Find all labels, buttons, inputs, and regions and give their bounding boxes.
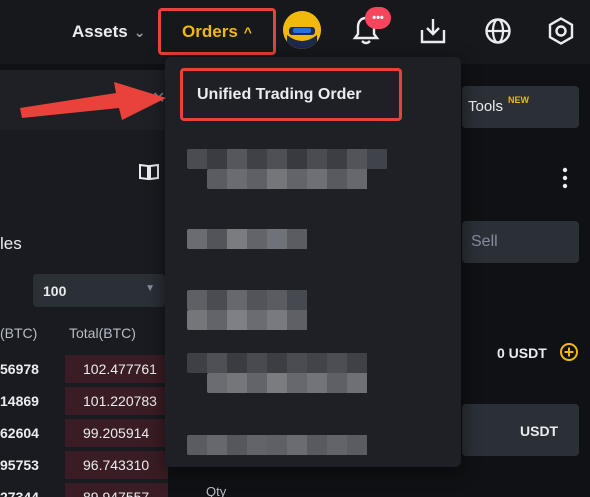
menu-item-blurred[interactable] [207,373,373,393]
chevron-up-icon: ^ [243,23,252,40]
globe-icon[interactable] [483,16,513,46]
notification-badge[interactable]: ••• [365,7,391,29]
nav-orders[interactable]: Orders ^ [158,8,276,55]
row-total: 96.743310 [83,457,150,473]
unified-trading-order-label: Unified Trading Order [197,85,362,103]
more-options-icon[interactable] [560,166,570,190]
qty-label: Qty [206,484,227,497]
nav-orders-label: Orders [182,21,238,41]
menu-item-blurred[interactable] [187,310,311,330]
tools-label: Tools [468,98,504,115]
add-funds-icon[interactable] [559,342,579,362]
caret-down-icon: ▼ [145,283,155,294]
depth-select[interactable]: 100 ▼ [33,274,165,307]
nav-assets[interactable]: Assets ⌄ [72,22,146,42]
avatar-icon [283,11,321,49]
menu-item-blurred[interactable] [207,169,373,189]
new-badge: NEW [508,95,529,105]
menu-item-unified-trading-order[interactable]: Unified Trading Order [180,68,402,121]
menu-item-blurred[interactable] [187,290,311,310]
row-total: 89.947557 [83,489,150,497]
row-total: 99.205914 [83,425,150,441]
table-row[interactable]: 56978 102.477761 [0,355,168,383]
nav-assets-label: Assets [72,22,128,41]
menu-item-blurred[interactable] [187,435,373,455]
trades-title: les [0,234,22,253]
row-amount: 14869 [0,393,39,409]
usdt-amount-field[interactable]: USDT [462,404,579,456]
sell-tab[interactable]: Sell [462,221,579,263]
tools-button[interactable]: Tools NEW [462,86,579,128]
menu-item-blurred[interactable] [187,229,311,249]
download-icon[interactable] [418,16,448,46]
book-icon[interactable] [138,163,160,181]
sell-label: Sell [471,233,498,250]
row-total: 102.477761 [83,361,157,377]
row-total: 101.220783 [83,393,157,409]
table-row[interactable]: 27344 89.947557 [0,483,168,497]
annotation-arrow [20,82,166,120]
col-total[interactable]: Total(BTC) [69,325,136,341]
menu-item-blurred[interactable] [187,149,393,169]
menu-item-blurred[interactable] [187,353,373,373]
row-amount: 27344 [0,489,39,497]
depth-value: 100 [43,283,67,299]
row-amount: 95753 [0,457,39,473]
available-balance: 0 USDT [497,345,547,361]
col-amount: (BTC) [0,325,38,341]
row-amount: 56978 [0,361,39,377]
usdt-label: USDT [520,423,559,439]
table-row[interactable]: 95753 96.743310 [0,451,168,479]
chevron-down-icon: ⌄ [133,23,146,40]
row-amount: 62604 [0,425,39,441]
top-navbar: Assets ⌄ Orders ^ ••• [0,0,590,64]
table-row[interactable]: 14869 101.220783 [0,387,168,415]
avatar[interactable] [283,11,321,49]
settings-icon[interactable] [546,16,576,46]
order-book-panel: ✕ les 100 ▼ (BTC) Total(BTC) 56978 102.4… [0,70,168,497]
table-row[interactable]: 62604 99.205914 [0,419,168,447]
